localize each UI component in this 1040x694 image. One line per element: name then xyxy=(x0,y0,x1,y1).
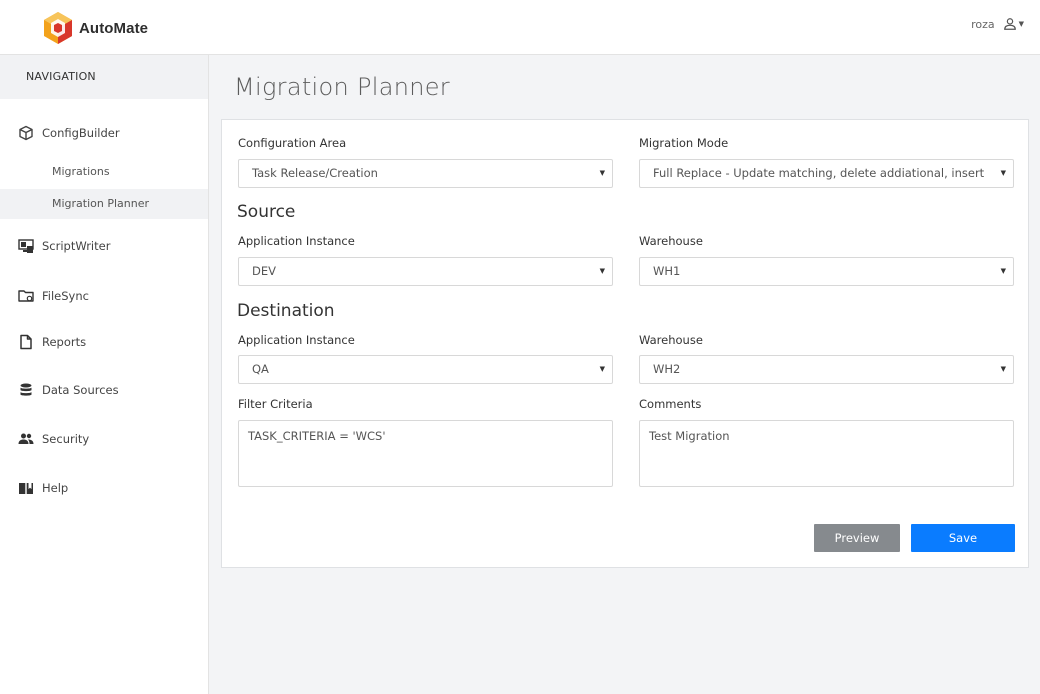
sidebar-item-security[interactable]: Security xyxy=(0,424,208,454)
sidebar-item-label: ConfigBuilder xyxy=(42,126,120,140)
source-warehouse-value: WH1 xyxy=(653,264,681,278)
filter-criteria-textarea[interactable]: TASK_CRITERIA = 'WCS' xyxy=(238,420,613,487)
sidebar-subitem-migration-planner[interactable]: Migration Planner xyxy=(0,189,208,219)
chevron-down-icon: ▼ xyxy=(599,365,605,373)
sidebar: NAVIGATION ConfigBuilder Migrations Migr… xyxy=(0,55,209,694)
destination-app-instance-select[interactable]: QA ▼ xyxy=(238,355,613,384)
user-icon xyxy=(1003,18,1016,30)
sidebar-item-label: Data Sources xyxy=(42,383,119,397)
chevron-down-icon: ▼ xyxy=(599,169,605,177)
sidebar-item-label: FileSync xyxy=(42,289,89,303)
automate-logo-icon xyxy=(44,12,72,44)
migration-mode-label: Migration Mode xyxy=(639,136,729,150)
book-icon xyxy=(18,480,34,496)
page-title: Migration Planner xyxy=(234,73,450,101)
chevron-down-icon: ▼ xyxy=(1018,20,1024,28)
destination-warehouse-label: Warehouse xyxy=(639,333,703,347)
source-app-instance-value: DEV xyxy=(252,264,276,278)
save-button[interactable]: Save xyxy=(911,524,1015,552)
source-app-instance-label: Application Instance xyxy=(238,234,355,248)
sidebar-item-scriptwriter[interactable]: ScriptWriter xyxy=(0,231,208,261)
chevron-down-icon: ▼ xyxy=(1000,365,1006,373)
destination-app-instance-value: QA xyxy=(252,362,269,376)
migration-form-card: Configuration Area Task Release/Creation… xyxy=(221,119,1029,568)
source-warehouse-select[interactable]: WH1 ▼ xyxy=(639,257,1014,286)
sidebar-item-label: Reports xyxy=(42,335,87,349)
cube-icon xyxy=(18,125,34,141)
source-app-instance-select[interactable]: DEV ▼ xyxy=(238,257,613,286)
sidebar-item-label: ScriptWriter xyxy=(42,239,111,253)
destination-warehouse-value: WH2 xyxy=(653,362,681,376)
sidebar-item-help[interactable]: Help xyxy=(0,473,208,503)
comments-textarea[interactable]: Test Migration xyxy=(639,420,1014,487)
destination-warehouse-select[interactable]: WH2 ▼ xyxy=(639,355,1014,384)
chevron-down-icon: ▼ xyxy=(599,267,605,275)
sidebar-subitem-migrations[interactable]: Migrations xyxy=(0,157,208,187)
sidebar-item-reports[interactable]: Reports xyxy=(0,327,208,357)
app-name: AutoMate xyxy=(79,19,149,37)
config-area-label: Configuration Area xyxy=(238,136,347,150)
migration-mode-value: Full Replace - Update matching, delete a… xyxy=(653,166,985,180)
config-area-select[interactable]: Task Release/Creation ▼ xyxy=(238,159,613,188)
migration-mode-select[interactable]: Full Replace - Update matching, delete a… xyxy=(639,159,1014,188)
top-header: AutoMate roza ▼ xyxy=(0,0,1040,55)
nav-title: NAVIGATION xyxy=(0,55,208,99)
sidebar-item-data-sources[interactable]: Data Sources xyxy=(0,375,208,405)
chevron-down-icon: ▼ xyxy=(1000,267,1006,275)
preview-button[interactable]: Preview xyxy=(814,524,900,552)
username: roza xyxy=(971,17,995,31)
sidebar-item-filesync[interactable]: FileSync xyxy=(0,281,208,311)
sidebar-item-configbuilder[interactable]: ConfigBuilder xyxy=(0,118,208,148)
monitor-code-icon xyxy=(18,238,34,254)
comments-label: Comments xyxy=(639,397,702,411)
config-area-value: Task Release/Creation xyxy=(252,166,378,180)
user-menu[interactable]: roza ▼ xyxy=(971,17,1024,31)
chevron-down-icon: ▼ xyxy=(1000,169,1006,177)
sidebar-item-label: Security xyxy=(42,432,90,446)
source-heading: Source xyxy=(237,202,296,222)
destination-app-instance-label: Application Instance xyxy=(238,333,355,347)
sidebar-item-label: Help xyxy=(42,481,69,495)
app-logo[interactable]: AutoMate xyxy=(42,11,148,45)
file-icon xyxy=(18,334,34,350)
destination-heading: Destination xyxy=(237,301,335,321)
database-icon xyxy=(18,382,34,398)
filter-criteria-label: Filter Criteria xyxy=(238,397,313,411)
users-icon xyxy=(18,431,34,447)
source-warehouse-label: Warehouse xyxy=(639,234,703,248)
folder-sync-icon xyxy=(18,288,34,304)
